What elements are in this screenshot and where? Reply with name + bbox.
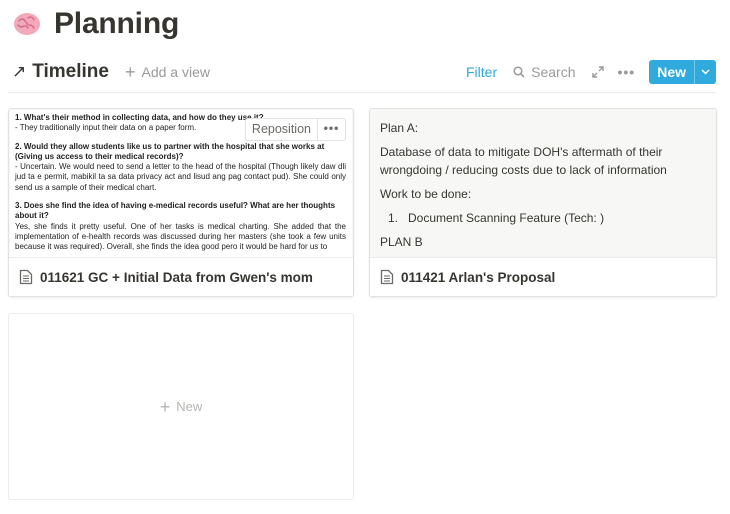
new-button[interactable]: New <box>649 60 716 84</box>
preview-list-item: 1. Document Scanning Feature (Tech: ) <box>380 209 706 227</box>
preview-heading: PLAN B <box>380 235 423 249</box>
card-title-bar[interactable]: 011621 GC + Initial Data from Gwen's mom <box>9 257 353 296</box>
preview-paragraph: Database of data to mitigate DOH's after… <box>380 145 667 177</box>
new-card-button[interactable]: + New <box>9 314 353 499</box>
preview-heading: Plan A: <box>380 121 419 135</box>
search-button[interactable]: Search <box>513 64 575 80</box>
add-view-label: Add a view <box>141 64 210 80</box>
gallery-card[interactable]: 1. What's their method in collecting dat… <box>8 108 354 297</box>
more-options-icon[interactable]: ••• <box>617 64 635 80</box>
arrow-up-right-icon: ↗ <box>12 62 27 81</box>
card-title: 011421 Arlan's Proposal <box>401 269 556 285</box>
preview-answer: Yes, she finds it pretty useful. One of … <box>15 221 346 252</box>
expand-icon[interactable] <box>591 65 605 79</box>
page-title: Planning <box>54 7 180 40</box>
preview-paragraph: Work to be done: <box>380 187 472 201</box>
preview-answer: - Uncertain. We would need to send a let… <box>15 162 346 192</box>
plus-icon: + <box>124 62 136 82</box>
gallery-card[interactable]: Plan A: Database of data to mitigate DOH… <box>369 108 717 297</box>
toolbar-divider <box>8 92 716 93</box>
database-toolbar: ↗ Timeline + Add a view Filter Search ••… <box>8 57 716 87</box>
card-title-bar[interactable]: 011421 Arlan's Proposal <box>370 257 716 296</box>
reposition-button[interactable]: Reposition <box>246 119 318 140</box>
view-tab-label: Timeline <box>32 61 109 82</box>
preview-question: 3. Does she find the idea of having e-me… <box>15 201 336 221</box>
view-tab-timeline[interactable]: ↗ Timeline <box>8 58 113 86</box>
search-label: Search <box>531 64 576 80</box>
more-options-icon[interactable]: ••• <box>318 119 345 140</box>
card-content-preview: Plan A: Database of data to mitigate DOH… <box>370 109 716 257</box>
toolbar-actions: Filter Search ••• New <box>466 60 716 84</box>
page-header: Planning <box>12 4 179 44</box>
brain-icon <box>14 13 40 35</box>
list-text: Document Scanning Feature (Tech: ) <box>408 211 605 225</box>
filter-button[interactable]: Filter <box>466 64 497 80</box>
reposition-control: Reposition ••• <box>244 118 346 141</box>
add-view-button[interactable]: + Add a view <box>125 63 210 81</box>
search-icon <box>513 66 525 78</box>
new-card-label: New <box>176 399 203 414</box>
plus-icon: + <box>159 396 171 417</box>
chevron-down-icon[interactable] <box>694 60 716 84</box>
list-number: 1. <box>387 211 398 225</box>
document-icon <box>380 269 394 285</box>
new-button-label[interactable]: New <box>649 60 694 84</box>
preview-question: 2. Would they allow students like us to … <box>15 141 325 161</box>
new-card[interactable]: + New <box>8 313 354 500</box>
document-icon <box>19 269 33 285</box>
card-title: 011621 GC + Initial Data from Gwen's mom <box>40 269 313 285</box>
